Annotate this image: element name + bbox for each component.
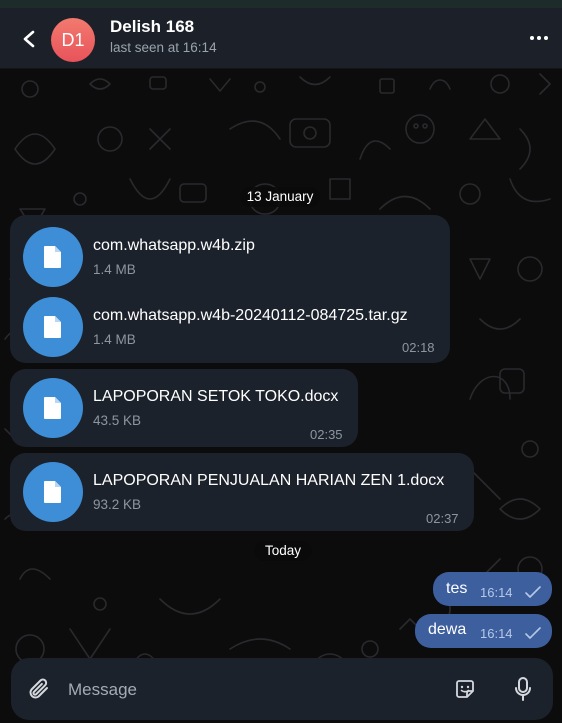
message-time: 16:14 [480,585,513,600]
more-horizontal-icon [530,36,548,40]
file-download-button[interactable] [23,227,83,287]
date-separator-label: Today [264,543,302,558]
file-attachment[interactable]: LAPOPORAN SETOK TOKO.docx 43.5 KB [23,378,353,438]
file-size: 1.4 MB [93,332,136,347]
file-name: LAPOPORAN SETOK TOKO.docx [93,388,339,405]
message-text: dewa [428,621,467,638]
file-size: 43.5 KB [93,413,142,428]
date-separator: 13 January [240,187,320,207]
file-download-button[interactable] [23,462,83,522]
chat-title[interactable]: Delish 168 [110,17,194,37]
chat-area[interactable]: 13 January com.whatsapp.w4b.zip 1.4 MB c… [0,69,562,723]
message-input[interactable] [66,673,430,707]
incoming-file-message[interactable]: LAPOPORAN SETOK TOKO.docx 43.5 KB 02:35 [10,369,358,447]
last-seen-status: last seen at 16:14 [110,40,217,55]
message-time: 02:18 [402,340,435,355]
outgoing-message[interactable]: tes 16:14 [433,572,552,606]
file-size: 1.4 MB [93,262,136,277]
chat-header: D1 Delish 168 last seen at 16:14 [0,8,562,69]
document-icon [44,481,61,503]
incoming-file-message[interactable]: LAPOPORAN PENJUALAN HARIAN ZEN 1.docx 93… [10,453,474,531]
file-attachment[interactable]: com.whatsapp.w4b-20240112-084725.tar.gz … [23,297,443,357]
message-time: 02:37 [426,511,459,526]
message-time: 16:14 [480,626,513,641]
read-check-icon [525,586,541,598]
message-composer [11,658,553,720]
outgoing-message[interactable]: dewa 16:14 [415,614,552,648]
file-attachment[interactable]: LAPOPORAN PENJUALAN HARIAN ZEN 1.docx 93… [23,462,468,522]
file-size: 93.2 KB [93,497,142,512]
more-options-button[interactable] [524,26,554,50]
date-separator: Today [254,541,312,561]
avatar[interactable]: D1 [51,18,95,62]
voice-message-button[interactable] [508,673,538,705]
file-attachment[interactable]: com.whatsapp.w4b.zip 1.4 MB [23,227,443,287]
document-icon [44,316,61,338]
window-top-strip [0,0,562,8]
sticker-icon [456,680,474,698]
file-download-button[interactable] [23,297,83,357]
file-download-button[interactable] [23,378,83,438]
document-icon [44,397,61,419]
file-name: com.whatsapp.w4b.zip [93,237,255,254]
incoming-file-message[interactable]: com.whatsapp.w4b.zip 1.4 MB com.whatsapp… [10,215,450,363]
file-name: LAPOPORAN PENJUALAN HARIAN ZEN 1.docx [93,472,445,489]
document-icon [44,246,61,268]
message-text: tes [446,580,468,597]
chevron-left-icon [23,30,35,48]
avatar-initials: D1 [61,29,85,50]
back-button[interactable] [14,24,44,54]
message-time: 02:35 [310,427,343,442]
file-name: com.whatsapp.w4b-20240112-084725.tar.gz [93,307,408,324]
date-separator-label: 13 January [246,189,314,204]
microphone-icon [515,677,531,701]
read-check-icon [525,627,541,639]
sticker-button[interactable] [451,675,479,703]
attach-button[interactable] [23,673,55,705]
paperclip-icon [29,678,48,699]
